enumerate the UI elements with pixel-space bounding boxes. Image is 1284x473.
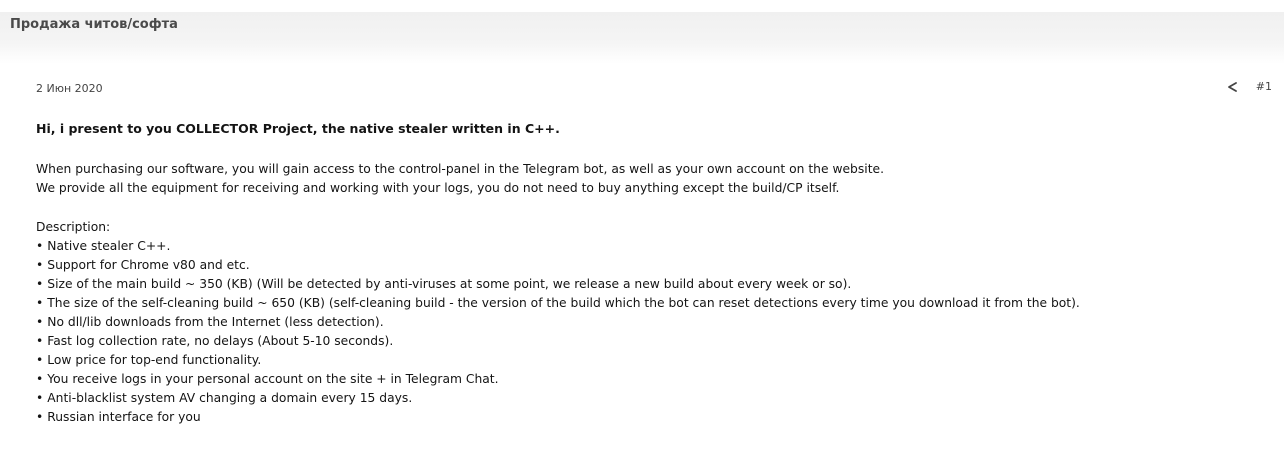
post-paragraph: When purchasing our software, you will g… <box>36 162 884 176</box>
feature-item: You receive logs in your personal accoun… <box>36 370 1276 389</box>
feature-item: Russian interface for you <box>36 408 1276 427</box>
post-paragraph: We provide all the equipment for receivi… <box>36 181 840 195</box>
share-icon[interactable] <box>1226 81 1238 93</box>
feature-item: Anti-blacklist system AV changing a doma… <box>36 389 1276 408</box>
post-date[interactable]: 2 Июн 2020 <box>36 82 103 95</box>
forum-section-header: Продажа читов/софта <box>0 12 1284 64</box>
post-permalink[interactable]: #1 <box>1256 80 1272 93</box>
feature-item: Support for Chrome v80 and etc. <box>36 256 1276 275</box>
post-content: Hi, i present to you COLLECTOR Project, … <box>36 119 1276 427</box>
description-label: Description: <box>36 220 111 234</box>
feature-item: No dll/lib downloads from the Internet (… <box>36 313 1276 332</box>
feature-item: Size of the main build ~ 350 (KB) (Will … <box>36 275 1276 294</box>
feature-item: Low price for top-end functionality. <box>36 351 1276 370</box>
forum-section-title[interactable]: Продажа читов/софта <box>10 17 178 32</box>
feature-list: Native stealer C++. Support for Chrome v… <box>36 237 1276 427</box>
feature-item: Fast log collection rate, no delays (Abo… <box>36 332 1276 351</box>
feature-item: The size of the self-cleaning build ~ 65… <box>36 294 1276 313</box>
post-headline: Hi, i present to you COLLECTOR Project, … <box>36 121 560 136</box>
feature-item: Native stealer C++. <box>36 237 1276 256</box>
post-actions: #1 <box>1226 80 1272 93</box>
